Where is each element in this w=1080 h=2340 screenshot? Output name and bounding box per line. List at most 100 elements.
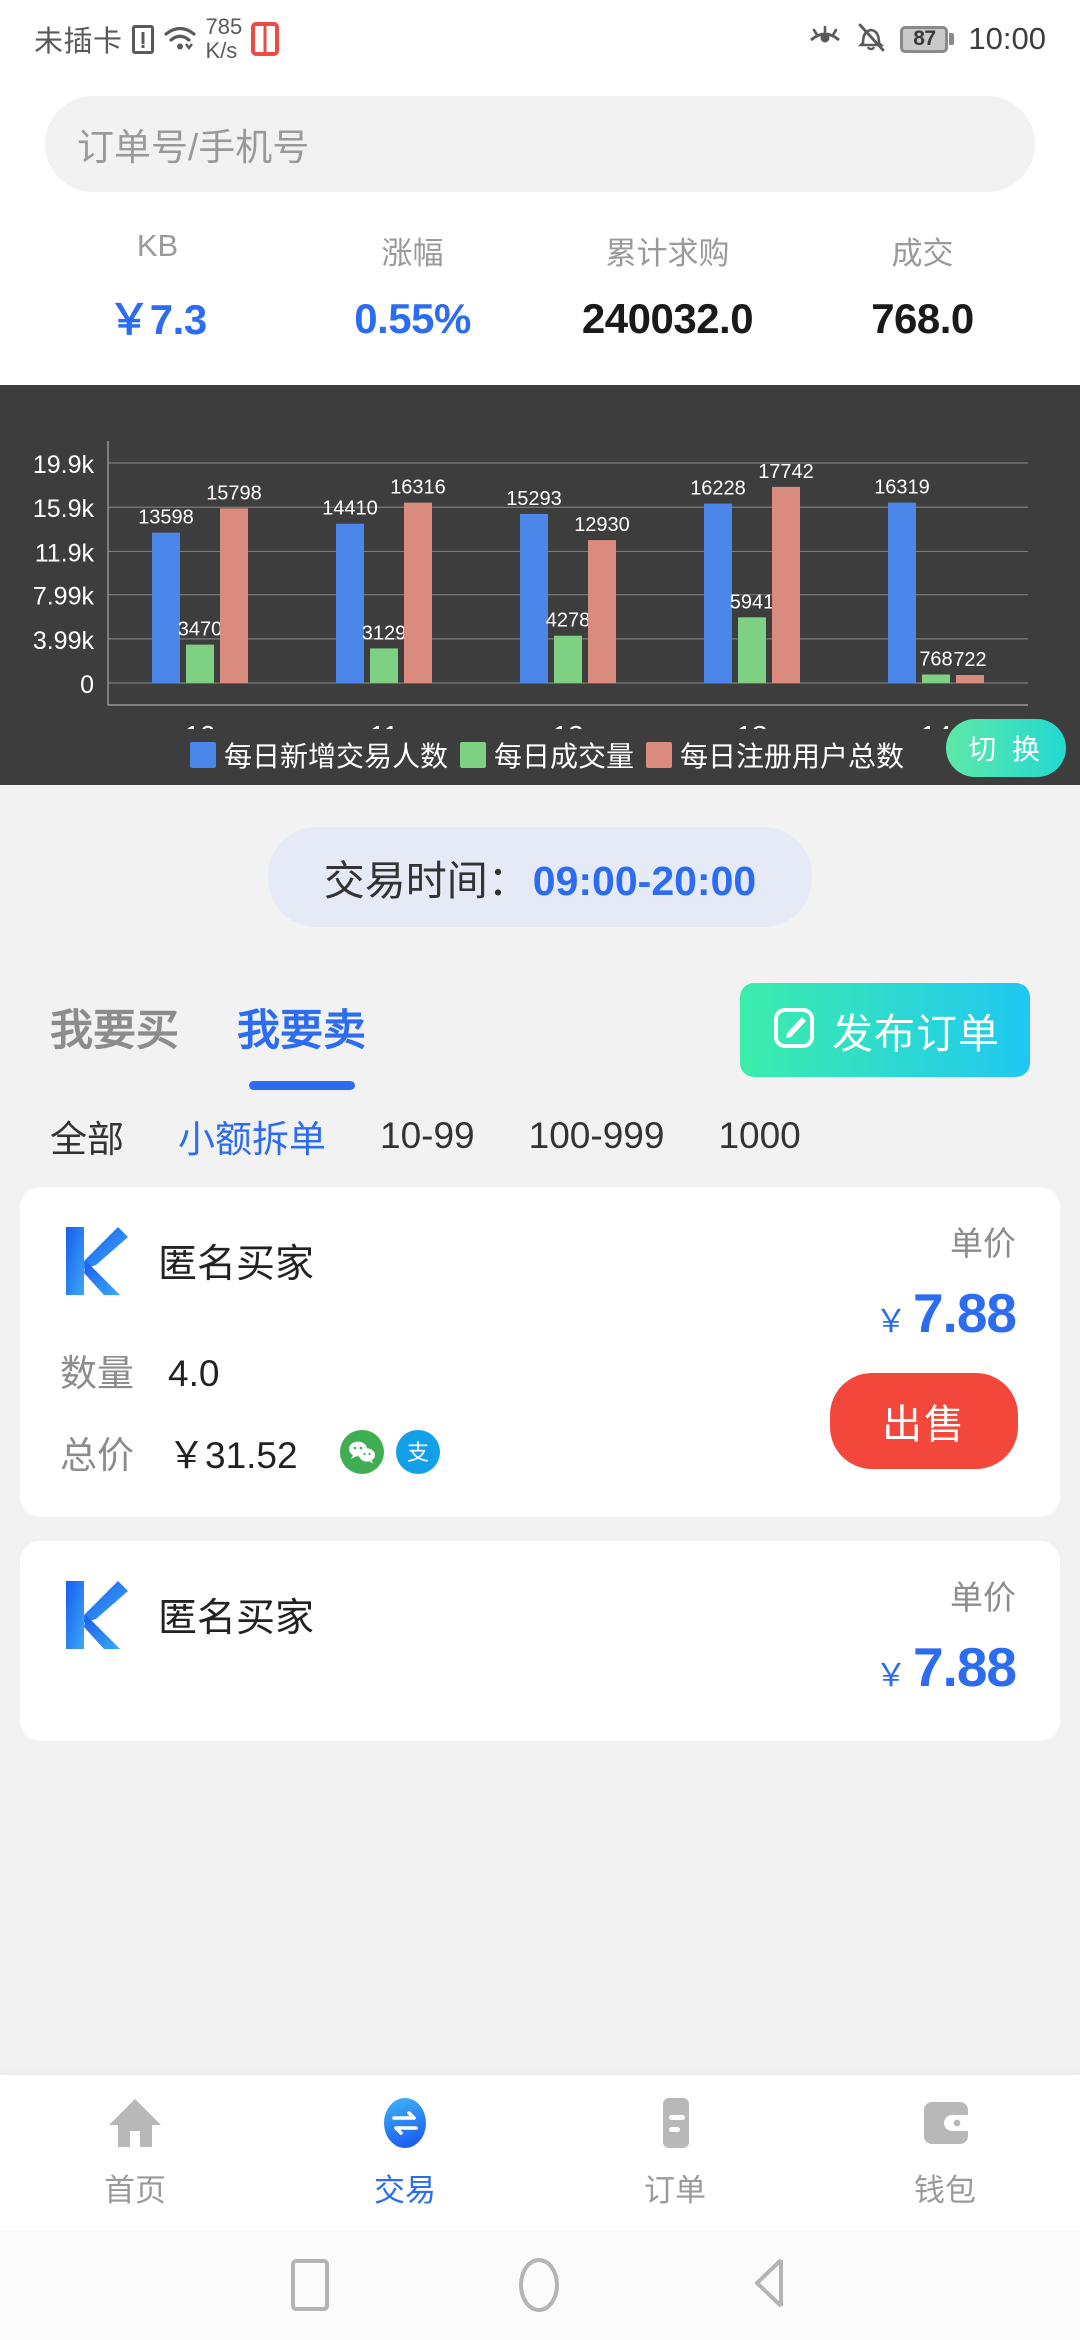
sim-card-alert-icon	[131, 24, 154, 54]
app-root: 未插卡 785 K/s 87 10:00 订单号/手机号 KB ￥7.3 涨幅 …	[0, 0, 1080, 2340]
battery-icon: 87	[900, 25, 955, 53]
bar-value-label: 4278	[546, 610, 591, 632]
back-triangle-icon[interactable]	[749, 2256, 789, 2315]
order-card[interactable]: 匿名买家 单价 ￥ 7.88 数量 4.0 总价 ￥31.52 支 出售	[20, 1187, 1060, 1517]
recents-square-icon[interactable]	[291, 2259, 329, 2311]
quantity-label: 数量	[60, 1353, 134, 1394]
android-navigation-bar	[0, 2230, 1080, 2340]
x-axis-tick-label: 12	[552, 720, 583, 729]
chart-bar	[922, 674, 950, 683]
bar-chart-svg: 0 3.99k 7.99k 11.9k 15.9k 19.9k 13598 3470 15798…	[33, 441, 1028, 729]
search-section: 订单号/手机号	[0, 78, 1080, 218]
x-axis-tick-label: 10	[184, 720, 215, 729]
order-list: 匿名买家 单价 ￥ 7.88 数量 4.0 总价 ￥31.52 支 出售 匿名买…	[0, 1187, 1080, 1741]
stat-label: KB	[136, 228, 179, 263]
bar-value-label: 16319	[874, 477, 930, 499]
trader-name: 匿名买家	[158, 1597, 315, 1640]
stat-change: 涨幅 0.55%	[285, 228, 540, 347]
svg-text:支: 支	[407, 1440, 429, 1465]
status-bar-left: 未插卡 785 K/s	[34, 15, 280, 63]
unit-price-block: 单价 ￥ 7.88	[874, 1571, 1017, 1699]
chart-bar	[336, 523, 364, 683]
bar-value-label: 13598	[138, 507, 194, 529]
status-bar-right: 87 10:00	[808, 21, 1046, 58]
chart-bar	[554, 635, 582, 683]
legend-label: 每日成交量	[493, 741, 634, 772]
stat-deals: 成交 768.0	[795, 228, 1050, 347]
unit-price-label: 单价	[950, 1225, 1016, 1262]
legend-item: 每日成交量	[459, 735, 634, 775]
currency-symbol: ￥	[874, 1303, 907, 1339]
nav-item-wallet[interactable]: 钱包	[810, 2095, 1080, 2210]
bar-value-label: 3129	[362, 622, 407, 644]
x-axis-tick-label: 11	[369, 720, 398, 729]
filter-small-split[interactable]: 小额拆单	[178, 1109, 326, 1163]
y-axis-tick-label: 0	[80, 671, 94, 699]
bar-value-label: 16228	[690, 478, 746, 500]
kb-logo-icon	[60, 1575, 132, 1655]
total-label: 总价	[60, 1435, 134, 1476]
stat-value: 240032.0	[581, 295, 754, 342]
amount-filter-row: 全部 小额拆单 10-99 100-999 1000	[0, 1095, 1080, 1187]
bar-value-label: 12930	[574, 514, 630, 536]
bar-value-label: 722	[953, 649, 986, 671]
chart-bar	[704, 503, 732, 683]
unit-price-value: 7.88	[912, 1282, 1017, 1344]
total-value: ￥31.52	[168, 1435, 298, 1476]
nav-item-home[interactable]: 首页	[0, 2095, 270, 2210]
wifi-icon	[163, 25, 197, 53]
nav-item-trade[interactable]: 交易	[270, 2095, 540, 2210]
chart-bar	[588, 540, 616, 683]
unit-price-value-wrap: ￥ 7.88	[874, 1635, 1017, 1699]
order-card[interactable]: 匿名买家 单价 ￥ 7.88	[20, 1541, 1060, 1741]
nav-label: 钱包	[914, 2173, 976, 2208]
stat-value: 768.0	[871, 295, 974, 342]
currency-symbol: ￥	[874, 1657, 907, 1693]
unit-price-value: 7.88	[912, 1636, 1017, 1698]
wechat-pay-icon	[339, 1430, 384, 1474]
y-axis-tick-label: 3.99k	[33, 627, 95, 655]
bar-value-label: 15798	[206, 482, 262, 504]
x-axis-tick-label: 13	[736, 720, 767, 729]
nav-label: 首页	[104, 2173, 166, 2208]
chart-bar	[186, 644, 214, 683]
chart-legend: 每日新增交易人数 每日成交量 每日注册用户总数	[0, 735, 1080, 775]
tab-sell[interactable]: 我要卖	[237, 996, 366, 1064]
publish-order-button[interactable]: 发布订单	[740, 983, 1030, 1077]
home-circle-icon[interactable]	[519, 2258, 559, 2312]
network-speed: 785 K/s	[206, 15, 243, 63]
y-axis-tick-label: 11.9k	[35, 539, 95, 567]
publish-order-label: 发布订单	[832, 1011, 1000, 1057]
stat-value: ￥7.3	[108, 296, 207, 343]
filter-100-999[interactable]: 100-999	[529, 1115, 665, 1157]
quantity-value: 4.0	[168, 1353, 220, 1394]
nav-item-orders[interactable]: 订单	[540, 2095, 810, 2210]
nav-label: 交易	[374, 2173, 436, 2208]
tab-buy[interactable]: 我要买	[50, 996, 179, 1064]
filter-1000[interactable]: 1000	[718, 1115, 800, 1157]
trade-time-pill: 交易时间： 09:00-20:00	[267, 827, 813, 927]
app-badge-icon	[251, 22, 280, 56]
notifications-muted-icon	[856, 21, 886, 58]
stat-value: 0.55%	[354, 295, 471, 342]
nav-label: 订单	[644, 2173, 706, 2208]
legend-item: 每日注册用户总数	[646, 735, 904, 775]
bar-value-label: 3470	[178, 619, 223, 641]
clock: 10:00	[968, 21, 1046, 56]
network-speed-unit: K/s	[205, 38, 238, 63]
chart-switch-button[interactable]: 切 换	[946, 719, 1066, 777]
y-axis-tick-label: 7.99k	[33, 583, 95, 611]
filter-all[interactable]: 全部	[50, 1109, 124, 1163]
search-input[interactable]: 订单号/手机号	[45, 96, 1035, 192]
unit-price-label: 单价	[950, 1579, 1016, 1616]
edit-square-icon	[770, 1004, 818, 1057]
chart-bar	[520, 513, 548, 683]
legend-swatch-green	[459, 742, 486, 768]
filter-10-99[interactable]: 10-99	[380, 1115, 475, 1157]
legend-label: 每日新增交易人数	[223, 741, 448, 772]
network-speed-value: 785	[205, 14, 243, 39]
chart-bar	[738, 617, 766, 683]
sell-button[interactable]: 出售	[830, 1373, 1018, 1469]
legend-item: 每日新增交易人数	[189, 735, 448, 775]
kb-logo-icon	[60, 1221, 132, 1301]
